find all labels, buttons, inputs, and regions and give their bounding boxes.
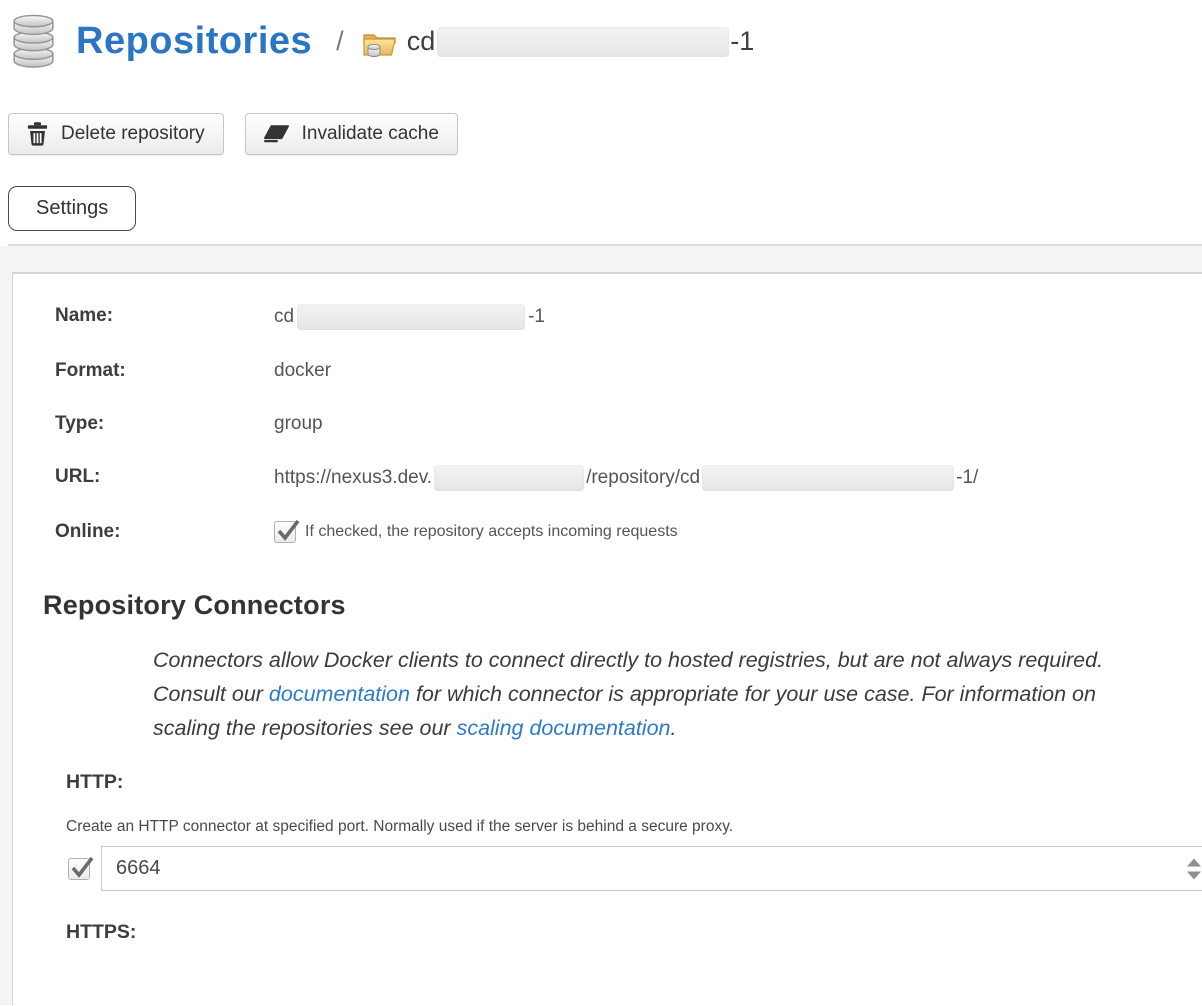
form-row-url: URL: https://nexus3.dev. /repository/cd …	[55, 465, 1202, 491]
connectors-note: Connectors allow Docker clients to conne…	[153, 643, 1105, 745]
type-label: Type:	[55, 412, 274, 436]
invalidate-cache-label: Invalidate cache	[302, 123, 439, 145]
breadcrumb-separator-slash: /	[336, 26, 344, 57]
page-title[interactable]: Repositories	[76, 20, 312, 63]
settings-panel: Name: cd -1 Format: docker Type: group U…	[12, 272, 1202, 1005]
eraser-icon	[264, 125, 289, 143]
http-port-field-wrap	[101, 846, 1202, 891]
redacted-url-host-segment	[434, 465, 584, 491]
content-area: Name: cd -1 Format: docker Type: group U…	[0, 246, 1202, 1005]
format-label: Format:	[55, 359, 274, 383]
name-label: Name:	[55, 304, 274, 330]
checkmark-icon	[276, 515, 300, 543]
name-value-suffix: -1	[528, 305, 545, 329]
stepper-down-icon[interactable]	[1187, 871, 1201, 879]
online-help-text: If checked, the repository accepts incom…	[305, 521, 678, 543]
breadcrumb-repository-name: cd -1	[407, 25, 755, 57]
form-row-online: Online: If checked, the repository accep…	[55, 520, 1202, 544]
redacted-url-repo-segment	[702, 465, 954, 491]
documentation-link[interactable]: documentation	[269, 682, 410, 706]
repo-name-prefix: cd	[407, 26, 436, 57]
delete-repository-button[interactable]: Delete repository	[8, 113, 224, 155]
http-connector-label: HTTP:	[66, 771, 1202, 794]
delete-repository-label: Delete repository	[61, 123, 205, 145]
form-row-format: Format: docker	[55, 359, 1202, 383]
type-value: group	[274, 412, 323, 436]
https-connector-label: HTTPS:	[66, 921, 1202, 944]
port-stepper[interactable]	[1187, 858, 1201, 879]
format-value: docker	[274, 359, 331, 383]
form-row-name: Name: cd -1	[55, 304, 1202, 330]
redacted-name-segment	[297, 304, 525, 330]
scaling-documentation-link[interactable]: scaling documentation	[457, 716, 671, 740]
name-value-prefix: cd	[274, 305, 294, 329]
checkmark-icon	[70, 852, 94, 880]
repository-connectors-heading: Repository Connectors	[43, 590, 1202, 621]
online-value: If checked, the repository accepts incom…	[274, 520, 678, 544]
online-label: Online:	[55, 520, 274, 544]
url-label: URL:	[55, 465, 274, 491]
note-part3: .	[671, 716, 677, 740]
tab-settings[interactable]: Settings	[8, 186, 136, 231]
http-connector-checkbox[interactable]	[68, 858, 90, 880]
invalidate-cache-button[interactable]: Invalidate cache	[245, 113, 458, 155]
repo-name-suffix: -1	[730, 26, 754, 57]
url-part2: /repository/cd	[586, 466, 700, 490]
tab-bar: Settings	[8, 186, 1202, 246]
http-connector-help: Create an HTTP connector at specified po…	[66, 818, 1202, 836]
database-icon	[10, 14, 57, 69]
stepper-up-icon[interactable]	[1187, 858, 1201, 866]
form-row-type: Type: group	[55, 412, 1202, 436]
http-port-row	[68, 846, 1202, 891]
redacted-repo-name	[437, 27, 729, 57]
page-header: Repositories / cd -1	[10, 12, 1202, 70]
url-part3: -1/	[956, 466, 978, 490]
online-checkbox[interactable]	[274, 521, 296, 543]
http-port-input[interactable]	[101, 846, 1202, 891]
name-value: cd -1	[274, 304, 545, 330]
url-part1: https://nexus3.dev.	[274, 466, 432, 490]
url-value: https://nexus3.dev. /repository/cd -1/	[274, 465, 978, 491]
trash-icon	[27, 122, 48, 146]
repository-group-folder-icon	[362, 23, 398, 60]
toolbar: Delete repository Invalidate cache	[8, 113, 1202, 155]
